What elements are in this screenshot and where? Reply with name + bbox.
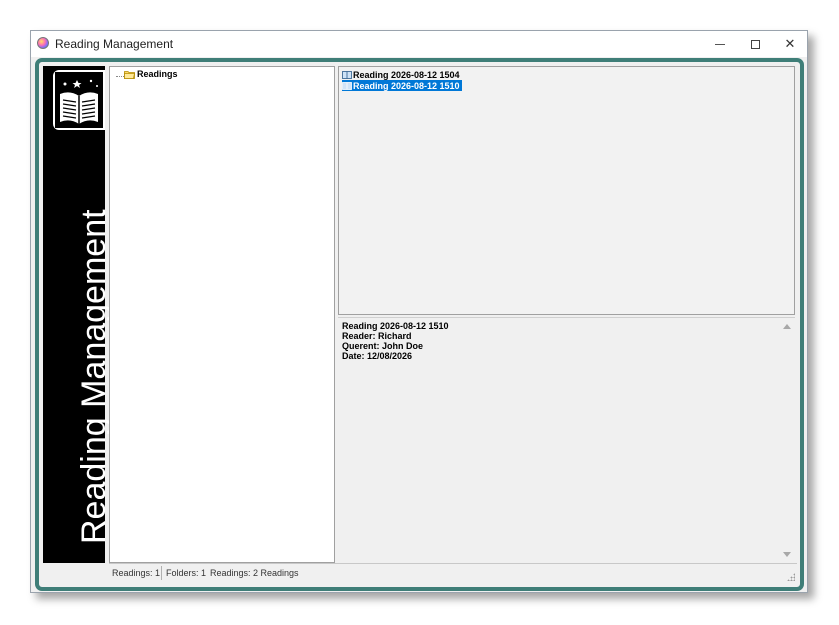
side-banner: Reading Management [43, 66, 113, 563]
folder-icon [124, 71, 135, 79]
maximize-icon [750, 39, 760, 49]
reading-details[interactable]: Reading 2026-08-12 1510 Reader: Richard … [338, 317, 795, 564]
vertical-scrollbar[interactable] [779, 318, 795, 564]
tree-item-readings[interactable]: Readings [137, 69, 178, 79]
tree-connector [116, 76, 124, 77]
window-title: Reading Management [55, 37, 174, 51]
status-readings-summary: Readings: 2 Readings [210, 568, 299, 578]
detail-reader: Reader: Richard [342, 331, 412, 341]
detail-date: Date: 12/08/2026 [342, 351, 413, 361]
close-button[interactable]: ✕ [773, 31, 807, 57]
list-item-selected[interactable]: Reading 2026-08-12 1510 [342, 80, 462, 91]
status-divider [161, 566, 162, 580]
title-bar[interactable]: Reading Management ✕ [31, 31, 807, 57]
list-item[interactable]: Reading 2026-08-12 1504 [342, 69, 462, 80]
status-folders-count: Folders: 1 [166, 568, 207, 578]
detail-title: Reading 2026-08-12 1510 [342, 321, 449, 331]
app-icon [37, 37, 49, 49]
open-book-icon [55, 72, 103, 128]
resize-grip-icon[interactable] [787, 573, 795, 581]
book-icon [342, 81, 352, 90]
scroll-up-icon[interactable] [783, 324, 791, 329]
details-text: Reading 2026-08-12 1510 Reader: Richard … [342, 321, 449, 361]
list-item-label: Reading 2026-08-12 1504 [353, 69, 460, 80]
close-icon: ✕ [784, 36, 796, 51]
app-window: Reading Management ✕ Reading Management … [30, 30, 808, 593]
detail-querent: Querent: John Doe [342, 341, 424, 351]
status-bar: Readings: 1 Folders: 1 Readings: 2 Readi… [109, 563, 797, 583]
list-item-label: Reading 2026-08-12 1510 [353, 80, 460, 91]
readings-list[interactable]: Reading 2026-08-12 1504 Reading 2026-08-… [338, 66, 795, 315]
main-frame: Reading Management Readings Reading 2026… [35, 58, 804, 591]
folder-tree[interactable]: Readings [109, 66, 335, 563]
book-icon [342, 70, 352, 79]
maximize-button[interactable] [738, 31, 772, 57]
minimize-icon [715, 43, 725, 45]
minimize-button[interactable] [703, 31, 737, 57]
scroll-down-icon[interactable] [783, 552, 791, 557]
status-readings-count: Readings: 1 [112, 568, 161, 578]
banner-title: Reading Management [75, 209, 113, 544]
book-logo [53, 70, 105, 130]
